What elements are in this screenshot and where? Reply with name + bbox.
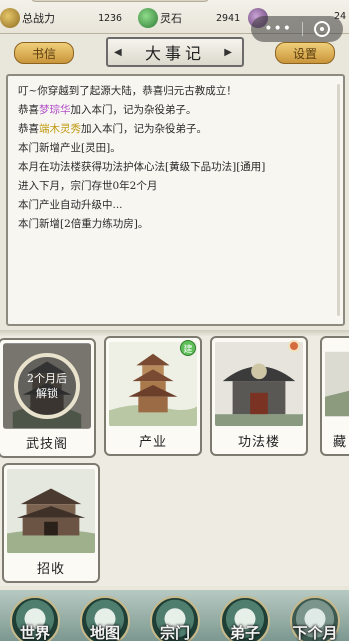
- bottom-nav: 世界 地图 宗门 弟子 下个月: [0, 590, 349, 641]
- building-name: 功法楼: [237, 435, 280, 450]
- log-line: 本门新增产业[灵田]。: [18, 139, 335, 158]
- settings-button[interactable]: 设置: [275, 42, 335, 64]
- nav-label: 弟子: [229, 624, 260, 641]
- log-text: 本门新增[2倍重力练功房]。: [18, 218, 149, 230]
- log-text: 加入本门，记为杂役弟子。: [81, 123, 207, 135]
- technique-hall-art: [215, 341, 303, 427]
- log-line: 进入下月，宗门存世0年2个月: [18, 177, 335, 196]
- building-name: 产业: [138, 435, 167, 450]
- log-text: 加入本门，记为杂役弟子。: [70, 104, 197, 116]
- unlock-timer-badge: 2个月后 解锁: [14, 353, 80, 419]
- gate-icon: [7, 468, 95, 554]
- log-text: 护体心法: [123, 161, 165, 173]
- hall-icon: [215, 341, 303, 427]
- building-card-partial[interactable]: 藏: [320, 336, 349, 456]
- log-text: 叮~你穿越到了起源大陆，恭喜归元古教成立！: [18, 85, 237, 97]
- log-line: 恭喜梦琮华加入本门，记为杂役弟子。: [18, 101, 335, 120]
- nav-world[interactable]: 世界: [0, 590, 70, 641]
- log-scrollbar[interactable]: [337, 84, 340, 316]
- header: 书信 ◀ 大事记 ▶ 设置: [0, 34, 349, 72]
- building-card-technique-hall[interactable]: 功法楼: [210, 336, 308, 456]
- event-log-panel[interactable]: 叮~你穿越到了起源大陆，恭喜归元古教成立！ 恭喜梦琮华加入本门，记为杂役弟子。 恭喜…: [6, 74, 345, 326]
- power-stat: 总战力 1236: [0, 8, 122, 28]
- log-text: 进入下月，宗门存世0年2个月: [18, 180, 158, 192]
- title-right-arrow-icon: ▶: [224, 47, 236, 58]
- building-card-recruit[interactable]: 招收: [2, 463, 100, 583]
- log-highlight-name: 端木灵秀: [39, 123, 81, 135]
- log-text: [黄级下品功法][通用]: [165, 161, 266, 173]
- event-log-lines: 叮~你穿越到了起源大陆，恭喜归元古教成立！ 恭喜梦琮华加入本门，记为杂役弟子。 恭喜…: [18, 82, 335, 234]
- log-line: 本月在功法楼获得功法护体心法[黄级下品功法][通用]: [18, 158, 335, 177]
- unlock-label: 解锁: [36, 387, 58, 400]
- lock-overlay: 2个月后 解锁: [3, 343, 91, 429]
- recruit-art: [7, 468, 95, 554]
- log-text: 恭喜: [18, 104, 39, 116]
- nav-sect[interactable]: 宗门: [140, 590, 210, 641]
- title-left-arrow-icon: ◀: [114, 47, 126, 58]
- building-card-martial-pavilion[interactable]: 2个月后 解锁 武技阁: [0, 338, 96, 458]
- nav-label: 下个月: [292, 624, 338, 641]
- top-strip: [30, 0, 210, 2]
- nav-label: 地图: [89, 624, 120, 641]
- nav-map[interactable]: 地图: [70, 590, 140, 641]
- log-text: 本月在功法楼获得功法: [18, 161, 123, 173]
- notification-dot: [288, 340, 300, 352]
- spirit-stone-value: 2941: [216, 12, 241, 24]
- log-text: 本门新增产业[灵田]。: [18, 142, 121, 154]
- next-month-button[interactable]: 下个月: [280, 590, 349, 641]
- nav-label: 世界: [19, 624, 50, 641]
- power-value: 1236: [98, 12, 123, 24]
- log-line: 恭喜端木灵秀加入本门，记为杂役弟子。: [18, 120, 335, 139]
- building-card-industry[interactable]: 建 产业: [104, 336, 202, 456]
- page-title: 大事记: [144, 44, 205, 63]
- spirit-stone-label: 灵石: [160, 12, 182, 25]
- nav-label: 宗门: [159, 624, 190, 641]
- building-grid: 2个月后 解锁 武技阁 建 产业 功法楼 藏 招收: [0, 336, 349, 586]
- partial-card-art: [325, 341, 349, 427]
- log-line: 本门产业自动升级中...: [18, 196, 335, 215]
- building-name: 武技阁: [25, 437, 68, 452]
- martial-pavilion-art: 2个月后 解锁: [3, 343, 91, 429]
- power-icon: [0, 8, 20, 28]
- build-badge: 建: [180, 340, 196, 356]
- building-icon: [325, 351, 349, 417]
- log-text: 本门产业自动升级中...: [18, 199, 123, 211]
- log-line: 叮~你穿越到了起源大陆，恭喜归元古教成立！: [18, 82, 335, 101]
- unlock-timer-text: 2个月后: [27, 372, 67, 385]
- log-text: 恭喜: [18, 123, 39, 135]
- building-name: 藏: [332, 435, 347, 450]
- spirit-stone-stat: 灵石 2941: [138, 8, 240, 28]
- nav-disciple[interactable]: 弟子: [210, 590, 280, 641]
- log-highlight-name: 梦琮华: [39, 104, 71, 116]
- page-title-plate: ◀ 大事记 ▶: [106, 37, 244, 67]
- log-line: 本门新增[2倍重力练功房]。: [18, 215, 335, 234]
- spirit-stone-icon: [138, 8, 158, 28]
- power-label: 总战力: [22, 12, 55, 25]
- building-name: 招收: [36, 562, 65, 577]
- letters-button[interactable]: 书信: [14, 42, 74, 64]
- status-bar: 总战力 1236 灵石 2941 24 •••: [0, 0, 349, 42]
